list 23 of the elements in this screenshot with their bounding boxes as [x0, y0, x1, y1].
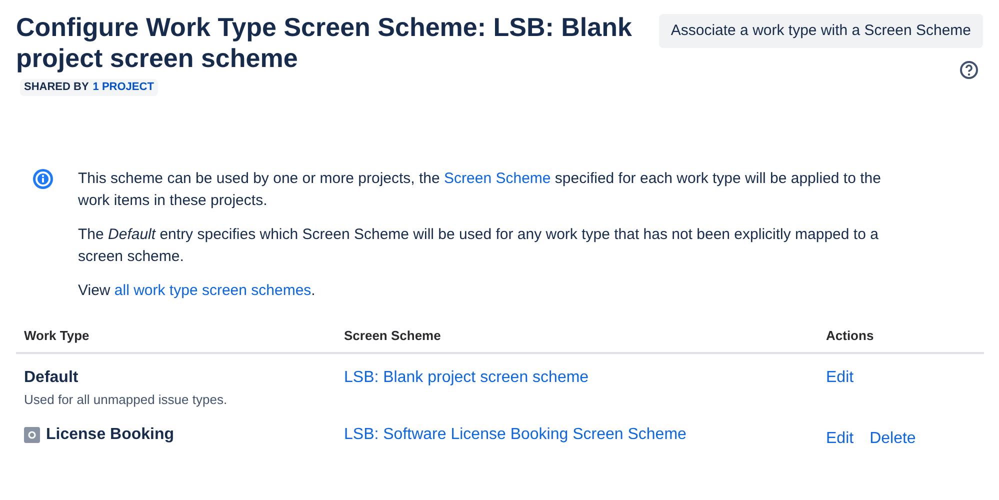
work-type-name: License Booking [46, 425, 174, 445]
shared-by-label: SHARED BY [24, 80, 89, 95]
column-header: Work Type [24, 327, 90, 345]
info-paragraph: This scheme can be used by one or more projects, the Screen Scheme specified for each work type will be applied to the work items in these projects. [78, 169, 882, 211]
work-type-icon [24, 427, 40, 443]
screen-scheme-link[interactable]: LSB: Software License Booking Screen Scheme [344, 426, 686, 443]
work-type-description: Used for all unmapped issue types. [24, 390, 228, 409]
column-header: Screen Scheme [344, 327, 441, 345]
column-header: Actions [826, 327, 874, 345]
associate-button[interactable]: Associate a work type with a Screen Scheme [658, 14, 983, 48]
action-link[interactable]: Edit [826, 427, 854, 451]
action-link[interactable]: Edit [826, 366, 854, 409]
screen-scheme-link[interactable]: LSB: Blank project screen scheme [344, 368, 589, 386]
info-paragraph: The Default entry specifies which Screen Scheme will be used for any work type that has not been explicitly mapped to a screen scheme. [78, 225, 880, 267]
page-title: Configure Work Type Screen Scheme: LSB: Blank project screen scheme [16, 12, 633, 74]
project-count-link[interactable]: 1 PROJECT [92, 79, 154, 96]
scheme-link[interactable]: Screen Scheme [444, 170, 551, 187]
info-icon [32, 168, 54, 190]
help-icon[interactable] [959, 60, 979, 80]
action-link[interactable]: Delete [870, 427, 916, 451]
scheme-link[interactable]: all work type screen schemes [114, 282, 312, 299]
work-type-name: Default [24, 368, 78, 388]
info-paragraph: View all work type screen schemes. [78, 281, 316, 301]
